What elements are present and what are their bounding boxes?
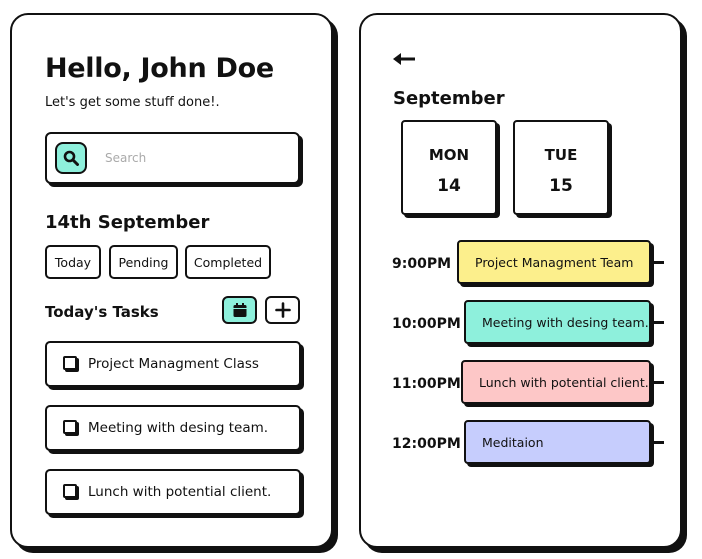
time-label: 10:00PM	[392, 316, 461, 332]
task-item[interactable]: Meeting with desing team.	[45, 405, 301, 451]
filter-pending-button[interactable]: Pending	[109, 245, 178, 279]
arrow-left-icon	[393, 53, 415, 65]
task-checkbox[interactable]	[63, 356, 77, 370]
timeline-tick	[652, 441, 664, 444]
tasks-heading: Today's Tasks	[45, 303, 159, 321]
timeline-tick	[652, 261, 664, 264]
task-item[interactable]: Lunch with potential client.	[45, 469, 301, 515]
event-block[interactable]: Meditaion	[464, 420, 651, 464]
event-block[interactable]: Lunch with potential client.	[461, 360, 651, 404]
filter-completed-button[interactable]: Completed	[185, 245, 271, 279]
timeline-tick	[652, 381, 664, 384]
day-number: 14	[437, 176, 461, 196]
add-task-button[interactable]	[265, 296, 300, 324]
task-label: Lunch with potential client.	[88, 484, 272, 500]
time-label: 12:00PM	[392, 436, 461, 452]
search-icon	[63, 150, 79, 166]
calendar-button[interactable]	[222, 296, 257, 324]
event-block[interactable]: Meeting with desing team.	[464, 300, 651, 344]
tasks-panel: Hello, John Doe Let's get some stuff don…	[10, 13, 333, 548]
back-button[interactable]	[393, 51, 417, 70]
day-card-mon[interactable]: MON 14	[401, 120, 497, 215]
schedule-panel: September MON 14 TUE 15 9:00PM Project M…	[359, 13, 682, 548]
task-checkbox[interactable]	[63, 420, 77, 434]
month-heading: September	[393, 88, 505, 109]
day-name: TUE	[544, 146, 578, 164]
task-label: Meeting with desing team.	[88, 420, 269, 436]
search-button[interactable]	[55, 142, 87, 174]
time-label: 9:00PM	[392, 256, 452, 272]
plus-icon	[274, 302, 291, 318]
timeline-tick	[652, 321, 664, 324]
task-checkbox[interactable]	[63, 484, 77, 498]
task-item[interactable]: Project Managment Class	[45, 341, 301, 387]
date-heading: 14th September	[45, 212, 210, 233]
greeting-subtitle: Let's get some stuff done!.	[45, 95, 220, 110]
search-bar	[45, 132, 300, 184]
day-number: 15	[549, 176, 573, 196]
filter-today-button[interactable]: Today	[45, 245, 101, 279]
event-block[interactable]: Project Managment Team	[457, 240, 651, 284]
time-label: 11:00PM	[392, 376, 461, 392]
task-label: Project Managment Class	[88, 356, 259, 372]
calendar-icon	[233, 303, 246, 317]
greeting-title: Hello, John Doe	[45, 53, 274, 84]
day-card-tue[interactable]: TUE 15	[513, 120, 609, 215]
search-input[interactable]	[105, 147, 285, 169]
day-name: MON	[428, 146, 470, 164]
